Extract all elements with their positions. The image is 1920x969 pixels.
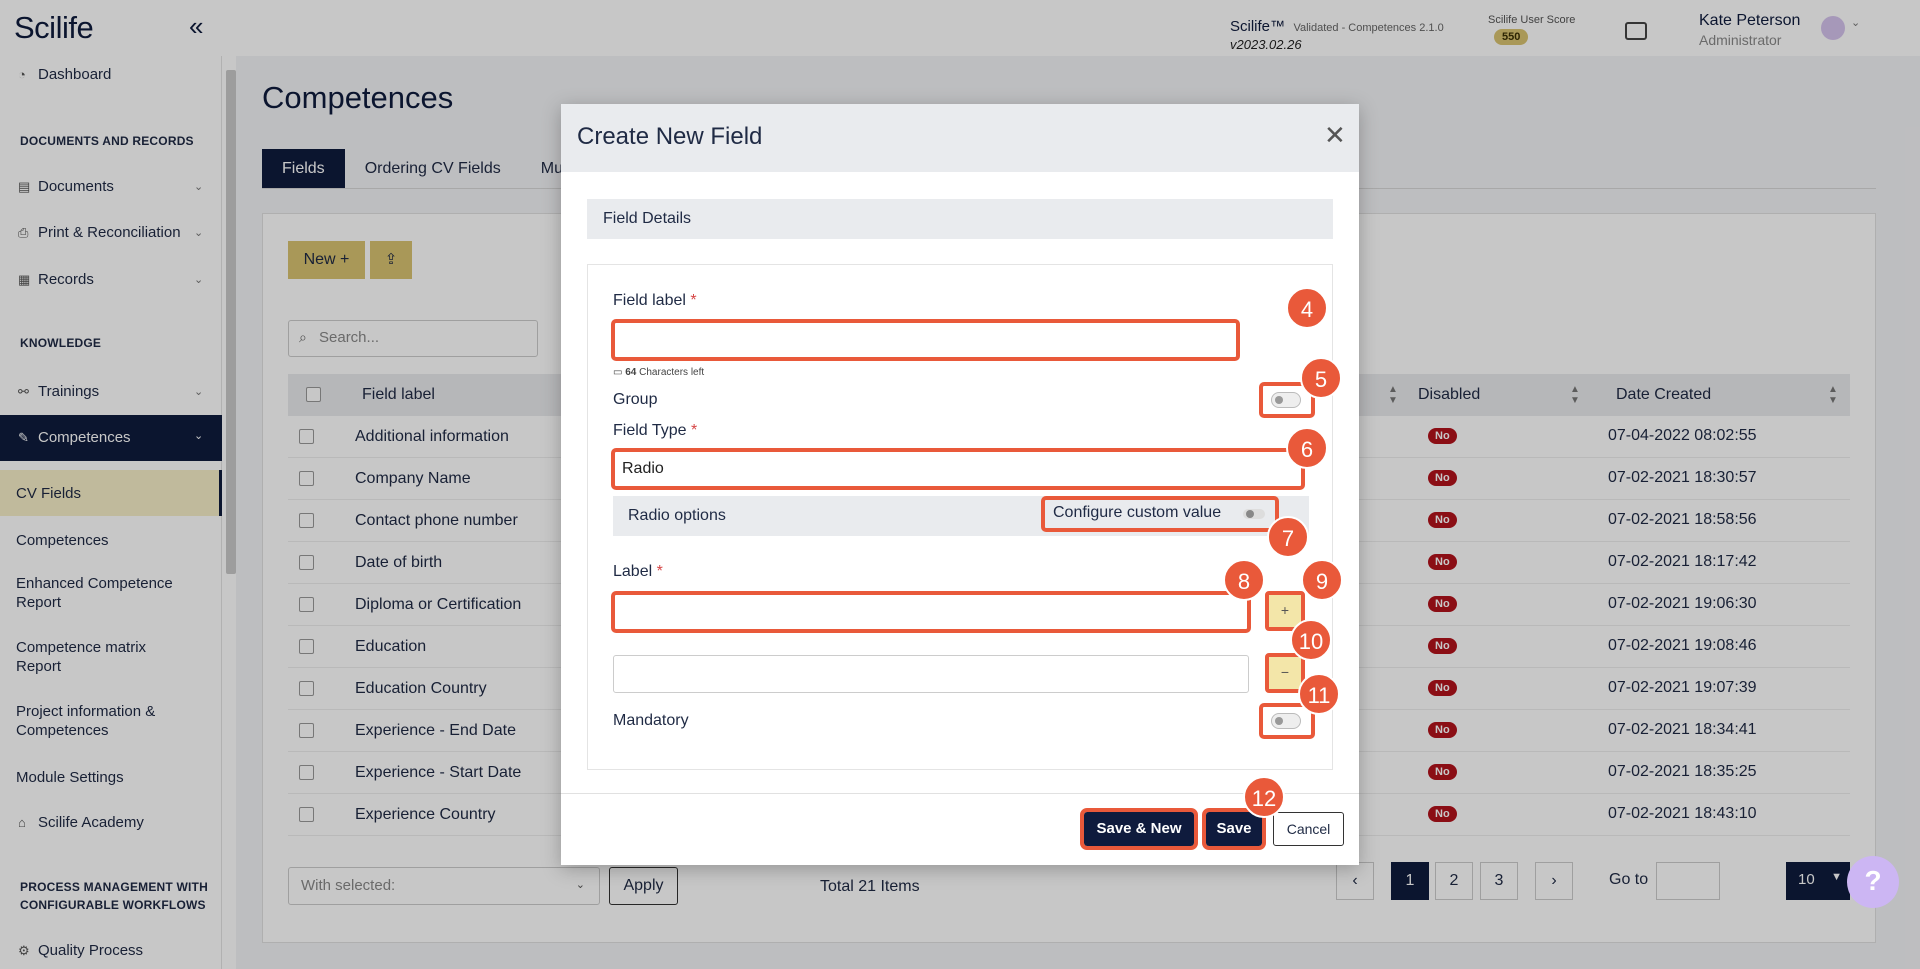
field-label-label: Field label *	[613, 292, 697, 310]
required-mark: *	[690, 422, 698, 439]
field-label-text: Field label	[613, 292, 686, 309]
step-marker-6: 6	[1286, 427, 1328, 469]
field-details-section: Field Details	[587, 199, 1333, 239]
modal-title: Create New Field	[577, 123, 763, 150]
field-type-select[interactable]: Radio	[611, 448, 1305, 490]
mandatory-label: Mandatory	[613, 712, 689, 729]
field-type-label: Field Type *	[613, 422, 697, 440]
mandatory-toggle[interactable]	[1271, 713, 1301, 729]
configure-custom-toggle[interactable]	[1243, 509, 1265, 519]
save-and-new-button[interactable]: Save & New	[1080, 808, 1198, 850]
step-marker-8: 8	[1223, 559, 1265, 601]
label-text: Label	[613, 563, 653, 580]
help-button[interactable]: ?	[1847, 856, 1899, 908]
keyboard-icon: ▭	[613, 367, 623, 378]
field-label-input[interactable]	[611, 319, 1240, 361]
required-mark: *	[656, 563, 663, 580]
remove-option-button[interactable]: −	[1265, 653, 1305, 693]
radio-options-bar: Radio options Configure custom value	[613, 496, 1309, 536]
step-marker-7: 7	[1267, 516, 1309, 558]
modal-footer-divider	[561, 793, 1359, 794]
step-marker-9: 9	[1301, 559, 1343, 601]
configure-custom-label: Configure custom value	[1053, 504, 1222, 521]
configure-custom-value[interactable]: Configure custom value	[1041, 496, 1279, 532]
required-mark: *	[690, 292, 697, 309]
group-toggle[interactable]	[1271, 392, 1301, 408]
modal-header: Create New Field ✕	[561, 104, 1359, 172]
option-label-input[interactable]	[611, 591, 1251, 633]
close-icon[interactable]: ✕	[1324, 122, 1346, 148]
step-marker-11: 11	[1298, 673, 1340, 715]
label-label: Label *	[613, 563, 663, 581]
step-marker-5: 5	[1300, 357, 1342, 399]
characters-left: ▭ 64 Characters left	[613, 367, 704, 378]
characters-text: Characters left	[639, 367, 705, 378]
field-type-text: Field Type	[613, 422, 687, 439]
step-marker-12: 12	[1243, 776, 1285, 818]
cancel-button[interactable]: Cancel	[1273, 812, 1344, 846]
save-button[interactable]: Save	[1202, 808, 1266, 850]
radio-options-label: Radio options	[628, 507, 726, 524]
group-label: Group	[613, 391, 658, 408]
create-field-modal: Create New Field ✕ Field Details Field l…	[561, 104, 1359, 865]
step-marker-4: 4	[1286, 287, 1328, 329]
characters-count: 64	[625, 367, 637, 378]
step-marker-10: 10	[1290, 619, 1332, 661]
option-label-input-2[interactable]	[613, 655, 1249, 693]
